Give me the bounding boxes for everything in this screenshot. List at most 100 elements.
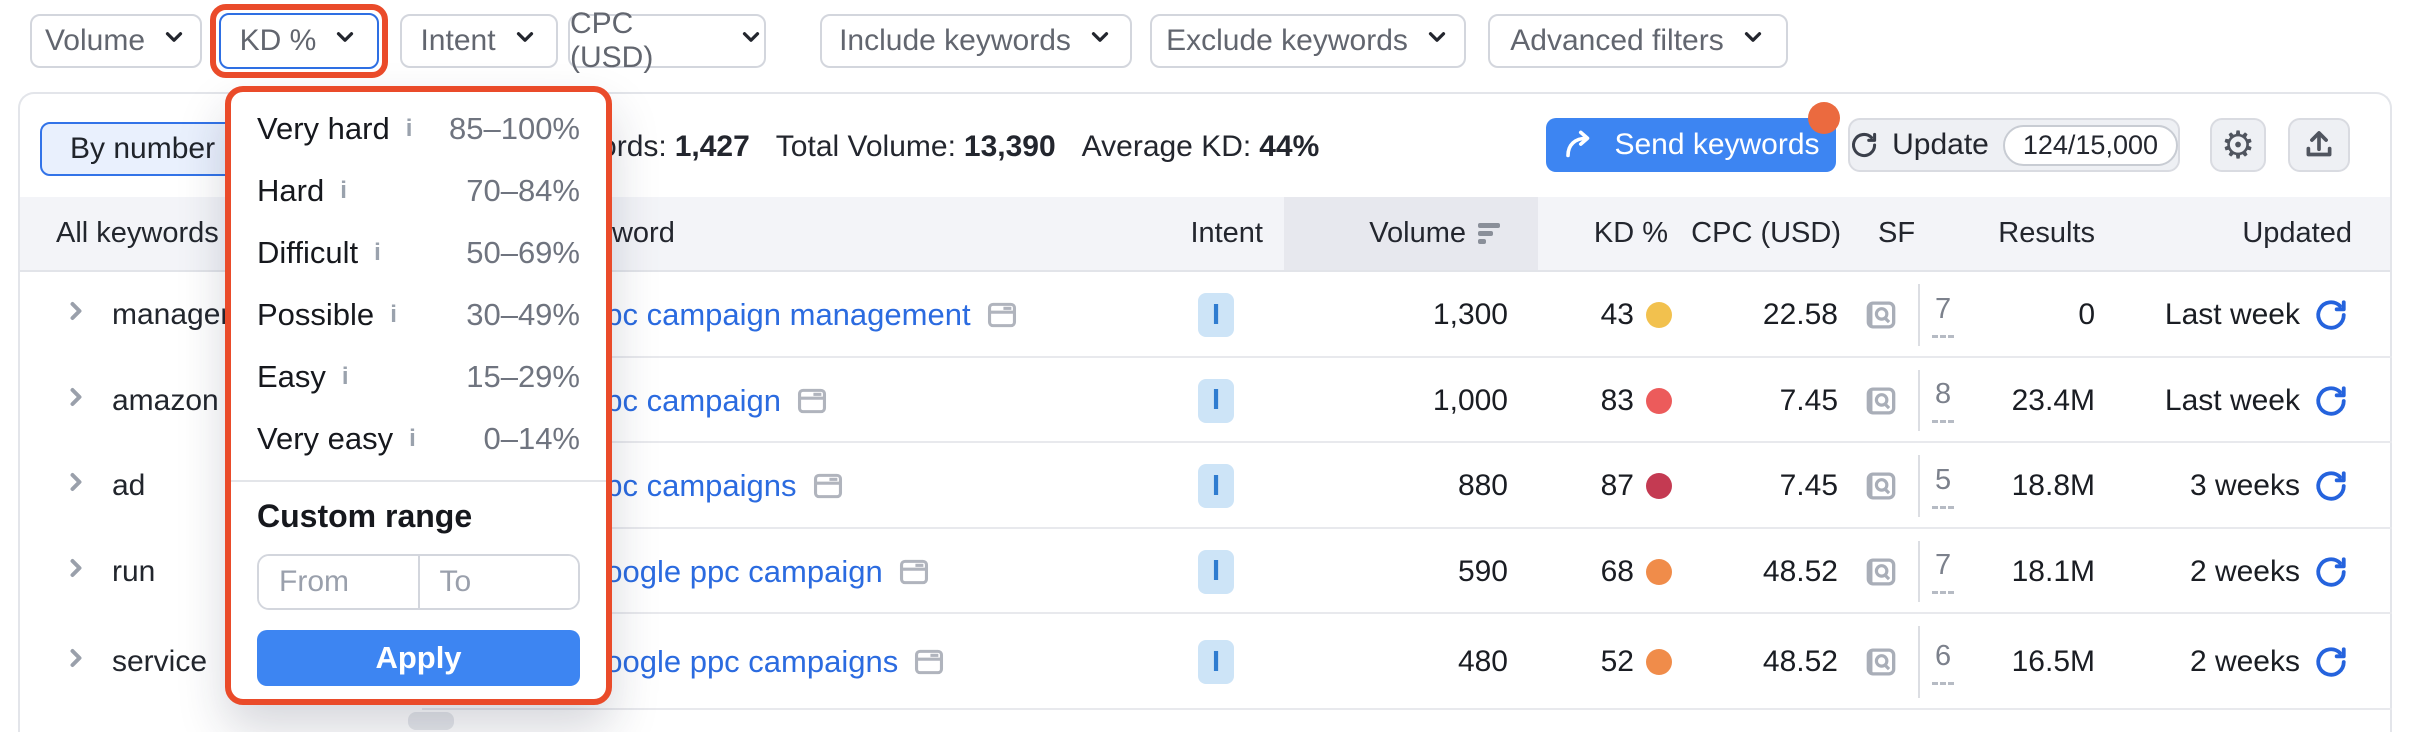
info-icon[interactable]: i (390, 301, 397, 329)
results-cell: 18.1M (1875, 529, 2095, 614)
info-icon[interactable]: i (340, 177, 347, 205)
filter-cpc-button[interactable]: CPC (USD) (568, 7, 766, 74)
refresh-icon (1852, 132, 1877, 158)
kd-option-range: 15–29% (466, 359, 580, 394)
kd-option-range: 50–69% (466, 235, 580, 270)
filter-exclude-keywords-button[interactable]: Exclude keywords (1150, 14, 1466, 68)
sidebar-all-keywords[interactable]: All keywords (56, 197, 219, 270)
refresh-icon[interactable] (2314, 384, 2348, 418)
chevron-down-icon (1740, 24, 1766, 58)
update-button[interactable]: Update 124/15,000 (1848, 118, 2180, 172)
serp-window-icon[interactable] (897, 555, 931, 589)
filter-advanced-filters-button[interactable]: Advanced filters (1488, 14, 1788, 68)
kd-range-option[interactable]: Easy i 15–29% (257, 346, 580, 408)
refresh-icon[interactable] (2314, 555, 2348, 589)
intent-badge: I (1198, 464, 1234, 508)
cpc-value: 7.45 (1779, 383, 1838, 417)
kd-difficulty-dot (1646, 614, 1672, 710)
apply-button[interactable]: Apply (257, 630, 580, 686)
kd-option-label: Hard (257, 173, 325, 208)
export-button[interactable] (2288, 118, 2350, 172)
column-header-cpc[interactable]: CPC (USD) (1601, 197, 1841, 270)
info-icon[interactable]: i (374, 239, 381, 267)
filter-include-keywords-button[interactable]: Include keywords (820, 14, 1132, 68)
row-divider (422, 527, 2392, 529)
column-header-intent[interactable]: Intent (1063, 197, 1263, 270)
cpc-value: 22.58 (1762, 298, 1838, 331)
custom-range-inputs (257, 554, 580, 610)
kd-range-option[interactable]: Very hard i 85–100% (257, 98, 580, 160)
kd-cell: 52 (1454, 614, 1634, 710)
kd-from-input[interactable] (259, 556, 420, 608)
kd-difficulty-dot (1646, 443, 1672, 529)
kd-dot (1646, 473, 1672, 499)
scrollbar-thumb[interactable] (408, 712, 454, 730)
refresh-icon[interactable] (2314, 645, 2348, 679)
updated-refresh-cell (2314, 529, 2348, 614)
info-icon[interactable]: i (409, 425, 416, 453)
updated-refresh-cell (2314, 443, 2348, 529)
kd-value: 52 (1600, 645, 1634, 678)
updated-value: Last week (2164, 298, 2300, 331)
send-keywords-button[interactable]: Send keywords (1546, 118, 1836, 172)
cpc-cell: 7.45 (1698, 358, 1838, 443)
kd-range-option[interactable]: Very easy i 0–14% (257, 408, 580, 470)
keyword-link[interactable]: google ppc campaigns (588, 644, 898, 680)
filter-intent-button[interactable]: Intent (400, 14, 558, 68)
settings-button[interactable]: ⚙ (2210, 118, 2266, 172)
intent-badge: I (1198, 549, 1234, 594)
kd-range-option[interactable]: Possible i 30–49% (257, 284, 580, 346)
cpc-cell: 48.52 (1698, 614, 1838, 710)
kd-cell: 87 (1454, 443, 1634, 529)
column-header-updated[interactable]: Updated (2152, 197, 2352, 270)
row-divider (422, 708, 2392, 710)
serp-window-icon[interactable] (985, 298, 1019, 332)
refresh-icon[interactable] (2314, 298, 2348, 332)
kd-value: 68 (1600, 554, 1634, 588)
row-divider (422, 612, 2392, 614)
cpc-cell: 22.58 (1698, 272, 1838, 358)
results-cell: 23.4M (1875, 358, 2095, 443)
kd-dot (1646, 387, 1672, 414)
chevron-down-icon (1087, 24, 1113, 58)
serp-window-icon[interactable] (811, 469, 845, 503)
keyword-link[interactable]: ppc campaign management (588, 297, 971, 333)
cpc-cell: 7.45 (1698, 443, 1838, 529)
intent-cell: I (1198, 443, 1234, 529)
serp-window-icon[interactable] (795, 384, 829, 418)
kd-to-input[interactable] (419, 556, 578, 608)
keyword-link[interactable]: google ppc campaign (588, 554, 883, 590)
chevron-down-icon (738, 24, 764, 58)
refresh-icon[interactable] (2314, 469, 2348, 503)
updated-cell: 2 weeks (2080, 529, 2300, 614)
upload-icon (2306, 131, 2332, 157)
column-header-results[interactable]: Results (1895, 197, 2095, 270)
serp-window-icon[interactable] (912, 645, 946, 679)
keyword-cell: google ppc campaign (588, 529, 931, 614)
kd-range-option[interactable]: Hard i 70–84% (257, 160, 580, 222)
kd-dot (1646, 649, 1672, 675)
keyword-link[interactable]: ppc campaign (588, 383, 781, 419)
keyword-link[interactable]: ppc campaigns (588, 468, 797, 504)
kd-cell: 83 (1454, 358, 1634, 443)
kd-option-label: Easy (257, 359, 326, 394)
kd-filter-highlight-ring: KD % (210, 4, 388, 78)
gear-icon: ⚙ (2220, 123, 2256, 167)
filter-volume-button[interactable]: Volume (30, 14, 202, 68)
intent-cell: I (1198, 529, 1234, 614)
custom-range-title: Custom range (257, 498, 473, 534)
info-icon[interactable]: i (406, 115, 413, 143)
cpc-value: 48.52 (1762, 554, 1838, 588)
filter-include-label: Include keywords (839, 24, 1071, 57)
filter-kd-button[interactable]: KD % (219, 13, 379, 69)
info-icon[interactable]: i (342, 363, 349, 391)
kd-filter-dropdown: Very hard i 85–100% Hard i 70–84% Difficult i 50… (225, 86, 612, 705)
results-cell: 16.5M (1875, 614, 2095, 710)
kd-value: 83 (1600, 383, 1634, 417)
intent-cell: I (1198, 272, 1234, 358)
filter-volume-label: Volume (44, 24, 146, 57)
kd-option-range: 30–49% (466, 297, 580, 332)
results-cell: 0 (1875, 272, 2095, 358)
kd-option-range: 0–14% (483, 421, 580, 456)
kd-range-option[interactable]: Difficult i 50–69% (257, 222, 580, 284)
